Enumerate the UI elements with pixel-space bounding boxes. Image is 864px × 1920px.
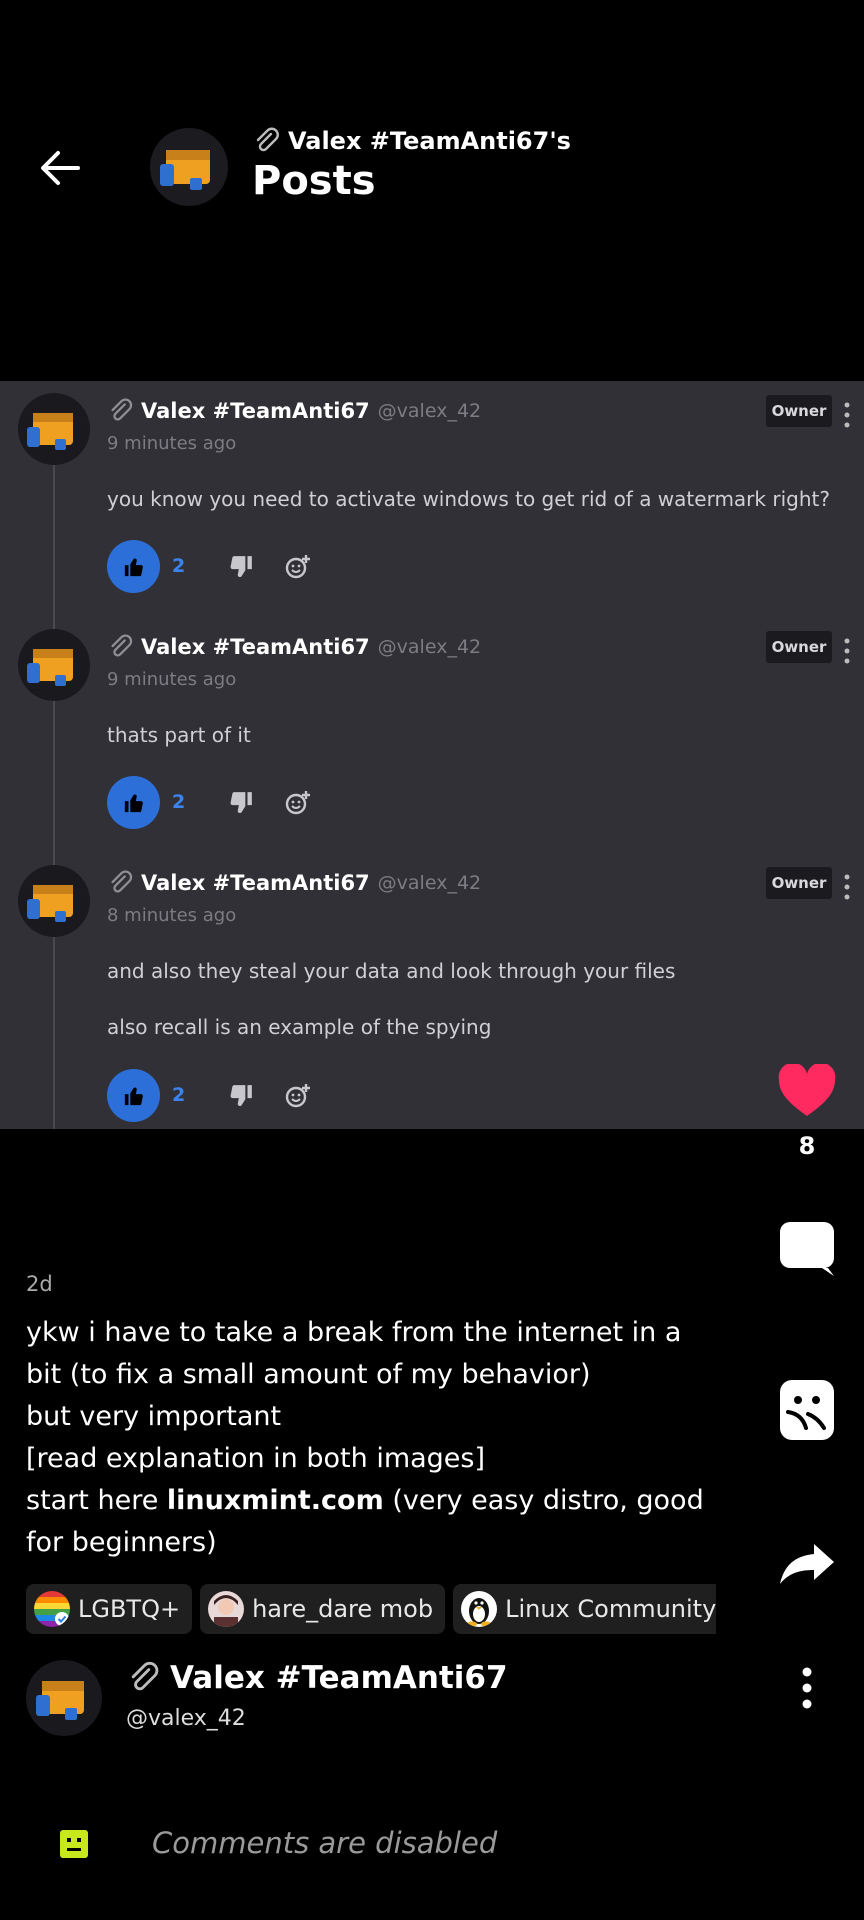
share-icon bbox=[780, 1544, 834, 1584]
avatar-cube-icon bbox=[27, 413, 73, 450]
more-vertical-icon bbox=[844, 402, 850, 428]
caption-text: start here bbox=[26, 1485, 167, 1516]
rainbow-flag-icon bbox=[34, 1591, 70, 1627]
penguin-icon bbox=[461, 1591, 498, 1627]
avatar-cube-icon bbox=[160, 150, 210, 190]
thread-line bbox=[53, 451, 55, 1129]
remix-button[interactable] bbox=[776, 1378, 838, 1442]
post-age: 2d bbox=[26, 1272, 53, 1296]
post-image[interactable]: Valex #TeamAnti67 @valex_42 9 minutes ag… bbox=[0, 381, 864, 1129]
caption-line: bit (to fix a small amount of my behavio… bbox=[26, 1359, 591, 1390]
chip-label: hare_dare mob bbox=[252, 1595, 434, 1623]
comment-avatar bbox=[18, 393, 90, 465]
thumbs-up-icon bbox=[124, 1087, 143, 1105]
thumbs-up-icon bbox=[124, 558, 143, 576]
caption-line: [read explanation in both images] bbox=[26, 1443, 486, 1474]
comment-text: and also they steal your data and look t… bbox=[107, 959, 676, 983]
comment-like-count: 2 bbox=[172, 1084, 186, 1106]
caption-line: start here linuxmint.com (very easy dist… bbox=[26, 1480, 726, 1522]
comment-time: 9 minutes ago bbox=[107, 669, 237, 690]
comment-avatar bbox=[18, 629, 90, 701]
author-name[interactable]: Valex #TeamAnti67 bbox=[126, 1660, 508, 1696]
comment-time: 9 minutes ago bbox=[107, 433, 237, 454]
comment-button[interactable] bbox=[776, 1220, 838, 1278]
author-avatar[interactable] bbox=[26, 1660, 102, 1736]
comment-author: Valex #TeamAnti67 @valex_42 bbox=[107, 397, 481, 425]
paperclip-icon bbox=[256, 127, 279, 152]
more-vertical-icon[interactable] bbox=[792, 1666, 822, 1710]
avatar-cube-icon bbox=[27, 649, 73, 686]
add-reaction-icon bbox=[285, 791, 310, 815]
thumbs-up-icon bbox=[124, 794, 143, 812]
chip-label: Linux Community bbox=[505, 1595, 716, 1623]
community-chip-hare-dare-mob[interactable]: hare_dare mob bbox=[200, 1584, 446, 1634]
add-reaction-icon bbox=[285, 555, 310, 579]
remix-icon bbox=[780, 1380, 834, 1440]
community-avatar-icon bbox=[208, 1591, 245, 1627]
comment-author-handle: @valex_42 bbox=[377, 400, 482, 422]
share-button[interactable] bbox=[776, 1542, 838, 1586]
comment-time: 8 minutes ago bbox=[107, 905, 237, 926]
comment-like-button bbox=[107, 1069, 160, 1122]
comment-text: also recall is an example of the spying bbox=[107, 1015, 492, 1039]
profile-avatar[interactable] bbox=[150, 128, 228, 206]
profile-display-name: Valex #TeamAnti67's bbox=[252, 126, 571, 156]
comment-like-count: 2 bbox=[172, 555, 186, 577]
caption-line: for beginners) bbox=[26, 1527, 217, 1558]
like-button[interactable] bbox=[776, 1064, 838, 1118]
author-handle: @valex_42 bbox=[126, 1706, 246, 1731]
community-chip-linux[interactable]: Linux Community bbox=[453, 1584, 716, 1634]
comment-author-handle: @valex_42 bbox=[377, 636, 482, 658]
caption-line: ykw i have to take a break from the inte… bbox=[26, 1317, 682, 1348]
paperclip-icon bbox=[111, 634, 133, 657]
paperclip-icon bbox=[111, 870, 133, 893]
neutral-face-icon bbox=[60, 1830, 88, 1858]
comment-text: thats part of it bbox=[107, 723, 251, 747]
comment-author: Valex #TeamAnti67 @valex_42 bbox=[107, 869, 481, 897]
comment-author-name: Valex #TeamAnti67 bbox=[141, 399, 370, 423]
community-chips: LGBTQ+ hare_dare mob Linux Community bbox=[26, 1584, 716, 1634]
comment-like-button bbox=[107, 540, 160, 593]
comment-icon bbox=[780, 1222, 834, 1276]
caption-line: but very important bbox=[26, 1401, 282, 1432]
page-title: Posts bbox=[252, 158, 376, 204]
comment-author: Valex #TeamAnti67 @valex_42 bbox=[107, 633, 481, 661]
comment-text: you know you need to activate windows to… bbox=[107, 487, 830, 511]
add-reaction-icon bbox=[285, 1084, 310, 1108]
caption-text: (very easy distro, good bbox=[383, 1485, 704, 1516]
caption-link[interactable]: linuxmint.com bbox=[167, 1485, 384, 1516]
comment-avatar bbox=[18, 865, 90, 937]
more-vertical-icon bbox=[844, 874, 850, 900]
comment-author-handle: @valex_42 bbox=[377, 872, 482, 894]
comment-like-button bbox=[107, 776, 160, 829]
thumbs-down-icon bbox=[230, 1085, 252, 1106]
owner-badge: Owner bbox=[766, 395, 832, 427]
paperclip-icon bbox=[111, 398, 133, 421]
avatar-cube-icon bbox=[27, 885, 73, 922]
comment-author-name: Valex #TeamAnti67 bbox=[141, 635, 370, 659]
like-count: 8 bbox=[798, 1132, 816, 1160]
thumbs-down-icon bbox=[230, 792, 252, 813]
comment-author-name: Valex #TeamAnti67 bbox=[141, 871, 370, 895]
comment-like-count: 2 bbox=[172, 791, 186, 813]
community-chip-lgbtq[interactable]: LGBTQ+ bbox=[26, 1584, 193, 1634]
owner-badge: Owner bbox=[766, 867, 832, 899]
heart-icon bbox=[778, 1064, 836, 1116]
owner-badge: Owner bbox=[766, 631, 832, 663]
author-name-text: Valex #TeamAnti67 bbox=[170, 1660, 508, 1696]
profile-display-name-text: Valex #TeamAnti67's bbox=[288, 127, 571, 155]
post-caption: ykw i have to take a break from the inte… bbox=[26, 1312, 726, 1564]
chip-label: LGBTQ+ bbox=[78, 1595, 181, 1623]
more-vertical-icon bbox=[844, 638, 850, 664]
back-arrow-icon[interactable] bbox=[34, 142, 86, 194]
avatar-cube-icon bbox=[36, 1681, 84, 1720]
paperclip-icon bbox=[131, 1661, 159, 1691]
thumbs-down-icon bbox=[230, 556, 252, 577]
comments-disabled-label: Comments are disabled bbox=[152, 1826, 498, 1860]
